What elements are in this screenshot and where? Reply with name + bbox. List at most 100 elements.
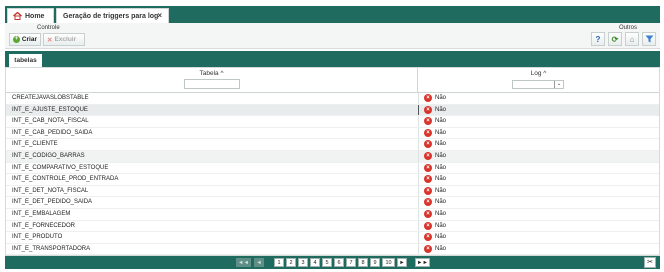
table-row[interactable]: INT_E_CAB_NOTA_FISCAL × Não bbox=[6, 116, 659, 128]
table-name-cell: INT_E_PRODUTO bbox=[12, 234, 63, 241]
filter-button[interactable] bbox=[642, 32, 656, 46]
page-button[interactable]: 6 bbox=[334, 258, 344, 267]
add-icon: + bbox=[13, 36, 20, 43]
log-status-label: Não bbox=[435, 199, 447, 206]
first-page-button[interactable]: ◄◄ bbox=[236, 258, 251, 267]
log-status-cell: × Não bbox=[424, 117, 447, 126]
column-divider bbox=[418, 127, 419, 139]
log-status-label: Não bbox=[435, 245, 447, 252]
column-divider bbox=[418, 150, 419, 162]
tools-icon[interactable]: ✂ bbox=[644, 257, 656, 268]
column-divider bbox=[418, 185, 419, 197]
error-x-icon: × bbox=[424, 128, 432, 137]
log-status-label: Não bbox=[435, 187, 447, 194]
column-divider bbox=[418, 104, 419, 116]
column-log[interactable]: Log ^ ⌄ bbox=[418, 68, 659, 93]
table-row[interactable]: CREATEJAVASLOBSTABLE × Não bbox=[6, 93, 659, 105]
column-divider bbox=[418, 197, 419, 208]
log-status-cell: × Não bbox=[424, 209, 447, 218]
table-row[interactable]: INT_E_FORNECEDOR × Não bbox=[6, 220, 659, 233]
page-button[interactable]: 2 bbox=[286, 258, 296, 267]
table-row[interactable]: INT_E_CODIGO_BARRAS × Não bbox=[6, 150, 659, 163]
column-divider bbox=[418, 208, 419, 220]
error-x-icon: × bbox=[424, 244, 432, 253]
log-status-cell: × Não bbox=[424, 221, 446, 230]
tab-bar: Home Geração de triggers para log × bbox=[5, 6, 660, 23]
log-status-cell: × Não bbox=[424, 233, 446, 242]
table-row[interactable]: INT_E_EMBALAGEM × Não bbox=[6, 208, 659, 221]
tab-trigger-log[interactable]: Geração de triggers para log × bbox=[56, 8, 169, 23]
clear-button[interactable]: ⌂ bbox=[625, 32, 639, 46]
log-filter-select[interactable]: ⌄ bbox=[512, 80, 564, 89]
log-status-cell: × Não bbox=[424, 244, 447, 253]
filter-icon bbox=[645, 35, 653, 43]
criar-label: Criar bbox=[21, 36, 37, 43]
help-button[interactable]: ? bbox=[591, 32, 605, 46]
error-x-icon: × bbox=[424, 198, 432, 207]
tabela-filter-input[interactable] bbox=[184, 79, 240, 89]
next-page-button[interactable]: ► bbox=[397, 258, 407, 267]
page-button[interactable]: 9 bbox=[370, 258, 380, 267]
column-divider bbox=[418, 232, 419, 243]
table-name-cell: CREATEJAVASLOBSTABLE bbox=[12, 95, 89, 101]
excluir-button[interactable]: ✕ Excluir bbox=[43, 33, 85, 46]
column-divider bbox=[418, 139, 419, 150]
column-tabela[interactable]: Tabela ^ bbox=[6, 68, 418, 93]
log-status-cell: × Não bbox=[424, 175, 446, 184]
help-icon: ? bbox=[595, 34, 601, 44]
column-tabela-title[interactable]: Tabela ^ bbox=[6, 70, 417, 77]
table-row[interactable]: INT_E_DET_NOTA_FISCAL × Não bbox=[6, 185, 659, 198]
page-button[interactable]: 5 bbox=[322, 258, 332, 267]
log-status-cell: × Não bbox=[424, 128, 447, 137]
close-icon[interactable]: × bbox=[157, 11, 162, 20]
prev-page-button[interactable]: ◄ bbox=[254, 258, 264, 267]
log-status-label: Não bbox=[435, 164, 447, 171]
excluir-label: Excluir bbox=[54, 36, 77, 43]
table-name-cell: INT_E_EMBALAGEM bbox=[12, 210, 71, 217]
log-status-cell: × Não bbox=[424, 151, 446, 160]
table-row[interactable]: INT_E_TRANSPORTADORA × Não bbox=[6, 243, 659, 256]
log-status-label: Não bbox=[435, 118, 447, 125]
home-icon bbox=[13, 12, 22, 20]
page-button[interactable]: 4 bbox=[310, 258, 320, 267]
column-divider bbox=[418, 93, 419, 104]
table-row[interactable]: INT_E_CAB_PEDIDO_SAIDA × Não bbox=[6, 127, 659, 140]
table-row[interactable]: INT_E_CLIENTE × Não bbox=[6, 139, 659, 151]
page-button[interactable]: 7 bbox=[346, 258, 356, 267]
table-row[interactable]: INT_E_COMPARATIVO_ESTOQUE × Não bbox=[6, 162, 659, 175]
page-button[interactable]: 8 bbox=[358, 258, 368, 267]
page-button[interactable]: 3 bbox=[298, 258, 308, 267]
table-row[interactable]: INT_E_CONTROLE_PROD_ENTRADA × Não bbox=[6, 174, 659, 186]
error-x-icon: × bbox=[424, 186, 432, 195]
chevron-down-icon[interactable]: ⌄ bbox=[554, 81, 563, 88]
table-name-cell: INT_E_DET_PEDIDO_SAIDA bbox=[12, 199, 93, 206]
tab-home-label: Home bbox=[25, 12, 45, 20]
error-x-icon: × bbox=[424, 163, 432, 172]
error-x-icon: × bbox=[424, 105, 432, 114]
error-x-icon: × bbox=[424, 117, 432, 126]
error-x-icon: × bbox=[424, 221, 432, 230]
log-status-cell: × Não bbox=[424, 105, 446, 114]
table-row[interactable]: INT_E_AJUSTE_ESTOQUE × Não bbox=[6, 104, 659, 117]
table-name-cell: INT_E_CAB_PEDIDO_SAIDA bbox=[12, 129, 93, 136]
criar-button[interactable]: + Criar bbox=[9, 33, 41, 46]
tab-home[interactable]: Home bbox=[7, 8, 54, 23]
refresh-icon: ⟳ bbox=[611, 34, 619, 44]
table-row[interactable]: INT_E_DET_PEDIDO_SAIDA × Não bbox=[6, 197, 659, 209]
tab-tabelas[interactable]: tabelas bbox=[9, 54, 42, 67]
log-status-cell: × Não bbox=[424, 94, 446, 102]
error-x-icon: × bbox=[424, 151, 432, 160]
refresh-button[interactable]: ⟳ bbox=[608, 32, 622, 46]
column-log-title[interactable]: Log ^ bbox=[418, 70, 659, 77]
last-page-button[interactable]: ►► bbox=[415, 258, 430, 267]
table-row[interactable]: INT_E_PRODUTO × Não bbox=[6, 232, 659, 244]
log-status-cell: × Não bbox=[424, 198, 447, 207]
log-status-label: Não bbox=[435, 129, 447, 136]
error-x-icon: × bbox=[424, 233, 432, 242]
log-status-label: Não bbox=[435, 210, 447, 217]
column-divider bbox=[418, 116, 419, 127]
page-button[interactable]: 1 bbox=[274, 258, 284, 267]
table-name-cell: INT_E_DET_NOTA_FISCAL bbox=[12, 187, 89, 194]
group-controle-title: Controle bbox=[37, 25, 60, 31]
page-button[interactable]: 10 bbox=[382, 258, 395, 267]
